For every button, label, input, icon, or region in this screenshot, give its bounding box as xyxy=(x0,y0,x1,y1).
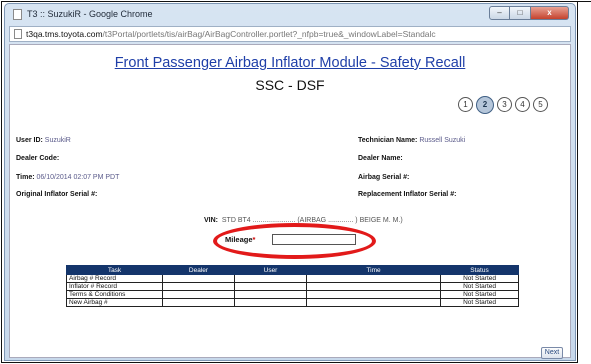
task-cell: New Airbag # xyxy=(66,298,163,307)
step-1: 1 xyxy=(458,97,473,112)
title-bar[interactable]: T3 :: SuzukiR - Google Chrome – □ x xyxy=(5,4,575,26)
user-cell xyxy=(234,298,307,307)
user-cell xyxy=(234,274,307,283)
column-header-user: User xyxy=(234,265,307,275)
table-row: Inflator # Record Not Started xyxy=(66,282,519,291)
dealer-cell xyxy=(162,290,235,299)
step-4: 4 xyxy=(515,97,530,112)
status-cell: Not Started xyxy=(440,274,519,283)
column-header-status: Status xyxy=(440,265,519,275)
dealer-code-label: Dealer Code: xyxy=(16,155,60,162)
user-id-label: User ID: xyxy=(16,137,43,144)
table-row: New Airbag # Not Started xyxy=(66,298,519,307)
task-status-table: Task Dealer User Time Status Airbag # Re… xyxy=(66,265,519,307)
user-cell xyxy=(234,282,307,291)
table-row: Terms & Conditions Not Started xyxy=(66,290,519,299)
replacement-inflator-serial-label: Replacement Inflator Serial #: xyxy=(358,191,457,198)
column-header-task: Task xyxy=(66,265,163,275)
browser-window: T3 :: SuzukiR - Google Chrome – □ x t3qa… xyxy=(4,3,576,361)
page-icon xyxy=(14,29,22,39)
time-cell xyxy=(306,282,441,291)
original-inflator-serial-label: Original Inflator Serial #: xyxy=(16,191,98,198)
task-cell: Airbag # Record xyxy=(66,274,163,283)
dealer-cell xyxy=(162,274,235,283)
address-bar[interactable]: t3qa.tms.toyota.com/t3Portal/portlets/ti… xyxy=(9,26,571,42)
next-button[interactable]: Next xyxy=(541,347,563,359)
minimize-button[interactable]: – xyxy=(489,6,510,20)
close-button[interactable]: x xyxy=(531,6,569,20)
time-value: 06/10/2014 02:07 PM PDT xyxy=(34,174,120,181)
user-cell xyxy=(234,290,307,299)
vin-label: VIN: xyxy=(204,217,218,224)
technician-name-value: Russell Suzuki xyxy=(417,137,466,144)
table-header-row: Task Dealer User Time Status xyxy=(66,265,519,275)
dealer-cell xyxy=(162,282,235,291)
time-cell xyxy=(306,274,441,283)
page-subtitle: SSC - DSF xyxy=(255,77,325,93)
status-cell: Not Started xyxy=(440,298,519,307)
dealer-name-field: Dealer Name: xyxy=(358,155,403,162)
dealer-code-field: Dealer Code: xyxy=(16,155,59,162)
page-title: Front Passenger Airbag Inflator Module -… xyxy=(114,55,466,71)
column-header-dealer: Dealer xyxy=(162,265,235,275)
time-field: Time: 06/10/2014 02:07 PM PDT xyxy=(16,174,119,181)
step-2-current: 2 xyxy=(476,95,494,114)
outer-rule xyxy=(578,1,591,2)
window-controls: – □ x xyxy=(489,6,569,20)
column-header-time: Time xyxy=(306,265,441,275)
status-cell: Not Started xyxy=(440,290,519,299)
status-cell: Not Started xyxy=(440,282,519,291)
user-id-value: SuzukiR xyxy=(42,137,71,144)
airbag-serial-label: Airbag Serial #: xyxy=(358,174,410,181)
technician-name-field: Technician Name: Russell Suzuki xyxy=(358,137,465,144)
step-indicator: 1 2 3 4 5 xyxy=(458,95,548,114)
window-title: T3 :: SuzukiR - Google Chrome xyxy=(27,9,153,19)
step-3: 3 xyxy=(497,97,512,112)
dealer-name-label: Dealer Name: xyxy=(358,155,403,162)
url-text[interactable]: t3qa.tms.toyota.com/t3Portal/portlets/ti… xyxy=(26,29,566,39)
dealer-cell xyxy=(162,298,235,307)
task-cell: Terms & Conditions xyxy=(66,290,163,299)
time-cell xyxy=(306,290,441,299)
step-5: 5 xyxy=(533,97,548,112)
maximize-button[interactable]: □ xyxy=(510,6,531,20)
url-path: /t3Portal/portlets/tis/airBag/AirBagCont… xyxy=(102,29,436,39)
time-label: Time: xyxy=(16,174,35,181)
original-inflator-serial-field: Original Inflator Serial #: xyxy=(16,191,97,198)
airbag-serial-field: Airbag Serial #: xyxy=(358,174,409,181)
highlight-ellipse xyxy=(213,223,376,259)
technician-name-label: Technician Name: xyxy=(358,137,418,144)
page-content: Front Passenger Airbag Inflator Module -… xyxy=(9,44,571,359)
time-cell xyxy=(306,298,441,307)
url-host: t3qa.tms.toyota.com xyxy=(26,29,103,39)
page-icon xyxy=(13,9,22,20)
table-row: Airbag # Record Not Started xyxy=(66,274,519,283)
user-id-field: User ID: SuzukiR xyxy=(16,137,71,144)
replacement-inflator-serial-field: Replacement Inflator Serial #: xyxy=(358,191,456,198)
task-cell: Inflator # Record xyxy=(66,282,163,291)
